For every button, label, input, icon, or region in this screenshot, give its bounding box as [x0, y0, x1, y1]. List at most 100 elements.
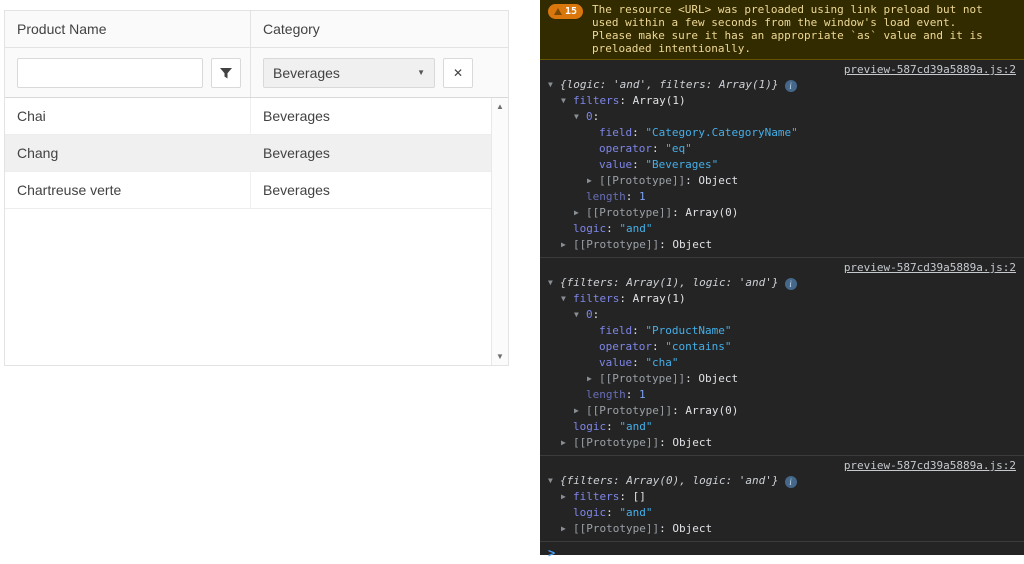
tree-expand-icon[interactable]: ▶ — [561, 521, 573, 537]
tree-collapse-icon[interactable]: ▼ — [548, 275, 560, 291]
dropdown-selected-value: Beverages — [273, 65, 340, 81]
console-line: ▼0: — [548, 307, 1016, 323]
console-line: ▼0: — [548, 109, 1016, 125]
tree-expand-icon[interactable]: ▶ — [561, 237, 573, 253]
token-num: 1 — [639, 190, 646, 203]
tree-expand-icon[interactable]: ▶ — [587, 173, 599, 189]
source-line: preview-587cd39a5889a.js:2 — [548, 458, 1016, 473]
tree-collapse-icon[interactable]: ▼ — [548, 77, 560, 93]
table-row[interactable]: Chartreuse verteBeverages — [5, 172, 491, 209]
info-icon[interactable]: i — [785, 278, 797, 290]
token-plain: Array(0) — [685, 206, 738, 219]
category-filter-clear-button[interactable]: ✕ — [443, 58, 473, 88]
token-plain: : — [652, 142, 665, 155]
tree-collapse-icon[interactable]: ▼ — [574, 109, 586, 125]
funnel-icon — [219, 66, 233, 80]
column-header-category[interactable]: Category — [251, 11, 508, 47]
column-header-label: Product Name — [17, 21, 106, 37]
token-plain: : — [632, 324, 645, 337]
token-key: filters — [573, 490, 619, 503]
token-key: field — [599, 324, 632, 337]
column-header-label: Category — [263, 21, 320, 37]
chevron-down-icon: ▼ — [417, 68, 425, 77]
console-prompt[interactable]: > — [540, 542, 1024, 564]
token-proto: [[Prototype]] — [586, 206, 672, 219]
token-plain: : Array(1) — [619, 94, 685, 107]
grid-header-row: Product Name Category — [5, 11, 508, 48]
product-filter-input[interactable] — [17, 58, 203, 88]
tree-expand-icon[interactable]: ▶ — [574, 205, 586, 221]
tree-collapse-icon[interactable]: ▼ — [548, 473, 560, 489]
token-key: operator — [599, 142, 652, 155]
token-key: filters — [573, 292, 619, 305]
object-preview: {filters: Array(0), logic: 'and'} — [560, 474, 779, 487]
console-line: operator: "eq" — [548, 141, 1016, 157]
console-line: ▼{filters: Array(1), logic: 'and'}i — [548, 275, 1016, 291]
grid-scrollbar[interactable]: ▲ ▼ — [491, 98, 508, 365]
token-plain: : — [626, 190, 639, 203]
token-plain: : — [593, 308, 600, 321]
category-filter-dropdown[interactable]: Beverages ▼ — [263, 58, 435, 88]
cell-product-name: Chartreuse verte — [5, 172, 251, 208]
source-link[interactable]: preview-587cd39a5889a.js:2 — [844, 63, 1016, 76]
token-plain: : — [685, 174, 698, 187]
source-line: preview-587cd39a5889a.js:2 — [548, 62, 1016, 77]
column-header-product-name[interactable]: Product Name — [5, 11, 251, 47]
token-str: "Category.CategoryName" — [645, 126, 797, 139]
token-plain: : [] — [619, 490, 646, 503]
source-line: preview-587cd39a5889a.js:2 — [548, 260, 1016, 275]
token-plain: : — [659, 436, 672, 449]
x-icon: ✕ — [453, 66, 463, 80]
grid-rows: ChaiBeveragesChangBeveragesChartreuse ve… — [5, 98, 491, 365]
token-plain: : Array(1) — [619, 292, 685, 305]
tree-collapse-icon[interactable]: ▼ — [574, 307, 586, 323]
tree-expand-icon[interactable]: ▶ — [574, 403, 586, 419]
table-row[interactable]: ChangBeverages — [5, 135, 491, 172]
console-line: logic: "and" — [548, 419, 1016, 435]
token-plain: : — [672, 206, 685, 219]
token-plain: : — [606, 506, 619, 519]
tree-expand-icon[interactable]: ▶ — [561, 435, 573, 451]
token-num: 1 — [639, 388, 646, 401]
token-key: 0 — [586, 308, 593, 321]
token-plain: Object — [698, 372, 738, 385]
product-filter-menu-button[interactable] — [211, 58, 241, 88]
token-plain: : — [659, 522, 672, 535]
warning-triangle-icon — [554, 8, 562, 15]
console-warning: 15 The resource <URL> was preloaded usin… — [540, 0, 1024, 60]
console-line: ▼filters: Array(1) — [548, 93, 1016, 109]
console-line: ▶[[Prototype]]: Object — [548, 435, 1016, 451]
warning-message: The resource <URL> was preloaded using l… — [592, 3, 996, 55]
console-line: field: "ProductName" — [548, 323, 1016, 339]
cell-category: Beverages — [251, 135, 491, 171]
console-line: ▼filters: Array(1) — [548, 291, 1016, 307]
scroll-down-icon[interactable]: ▼ — [496, 348, 504, 365]
source-link[interactable]: preview-587cd39a5889a.js:2 — [844, 459, 1016, 472]
token-key: logic — [573, 420, 606, 433]
console-line: logic: "and" — [548, 221, 1016, 237]
token-key: value — [599, 356, 632, 369]
info-icon[interactable]: i — [785, 80, 797, 92]
scroll-up-icon[interactable]: ▲ — [496, 98, 504, 115]
source-link[interactable]: preview-587cd39a5889a.js:2 — [844, 261, 1016, 274]
table-row[interactable]: ChaiBeverages — [5, 98, 491, 135]
warning-count: 15 — [565, 5, 577, 18]
token-plain: : — [672, 404, 685, 417]
tree-collapse-icon[interactable]: ▼ — [561, 93, 573, 109]
tree-expand-icon[interactable]: ▶ — [587, 371, 599, 387]
token-key: field — [599, 126, 632, 139]
category-filter-cell: Beverages ▼ ✕ — [251, 48, 508, 97]
console-line: logic: "and" — [548, 505, 1016, 521]
token-proto: [[Prototype]] — [573, 522, 659, 535]
token-plain: Object — [672, 238, 712, 251]
info-icon[interactable]: i — [785, 476, 797, 488]
token-str: "and" — [619, 222, 652, 235]
tree-expand-icon[interactable]: ▶ — [561, 489, 573, 505]
tree-collapse-icon[interactable]: ▼ — [561, 291, 573, 307]
console-line: ▶[[Prototype]]: Object — [548, 521, 1016, 537]
token-key: filters — [573, 94, 619, 107]
console-entry: preview-587cd39a5889a.js:2▼{filters: Arr… — [540, 258, 1024, 456]
token-proto: [[Prototype]] — [599, 174, 685, 187]
console-line: length: 1 — [548, 189, 1016, 205]
token-plain: : — [685, 372, 698, 385]
